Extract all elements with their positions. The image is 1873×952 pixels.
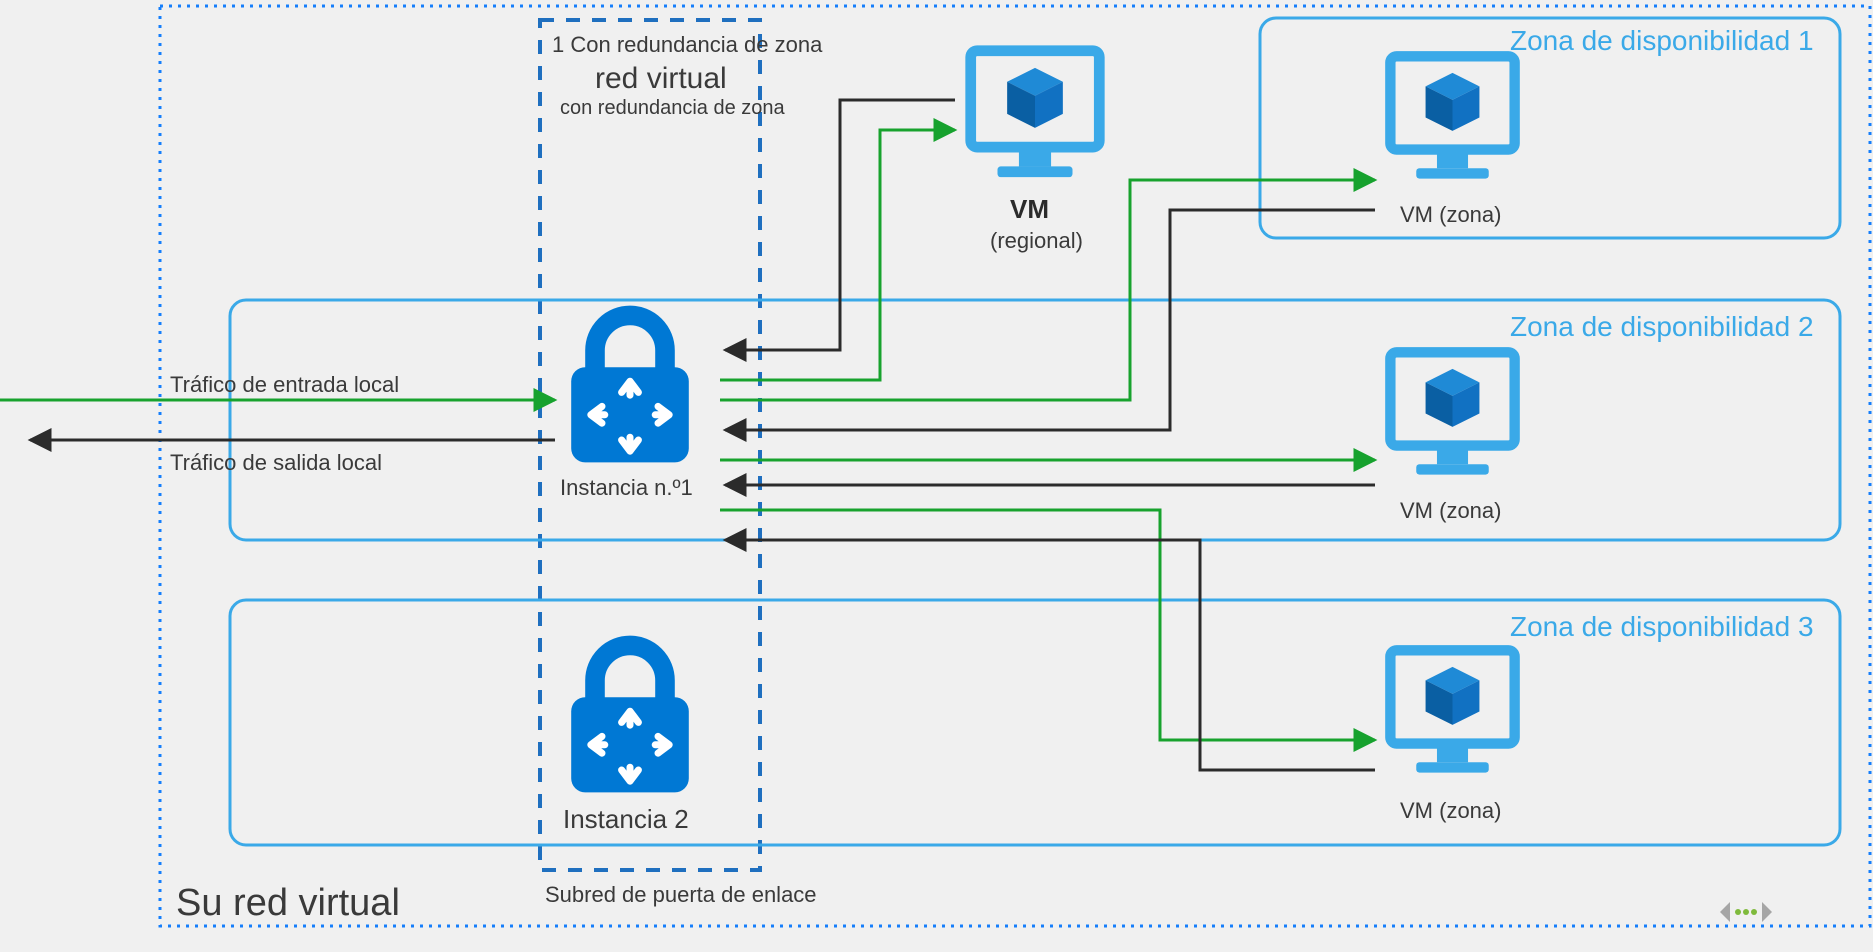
zone-2-label: Zona de disponibilidad 2 (1510, 311, 1814, 342)
label-outbound: Tráfico de salida local (170, 450, 382, 475)
gateway-instance-2-label: Instancia 2 (563, 804, 689, 834)
zone-1-label: Zona de disponibilidad 1 (1510, 25, 1814, 56)
vm-regional-icon (971, 51, 1100, 177)
arrow-inst1-to-z3-green (720, 510, 1375, 740)
vm-regional-title: VM (1010, 194, 1049, 224)
gateway-instance-1-label: Instancia n.º1 (560, 475, 693, 500)
gateway-subnet-title: 1 Con redundancia de zona (552, 32, 823, 57)
vm-zone-1-label: VM (zona) (1400, 202, 1501, 227)
vnet-title: Su red virtual (176, 882, 400, 924)
diagram-canvas: Su red virtual 1 Con redundancia de zona… (0, 0, 1873, 952)
vm-zone-3-label: VM (zona) (1400, 798, 1501, 823)
gateway-subnet-subtitle: red virtual (595, 62, 727, 95)
label-inbound: Tráfico de entrada local (170, 372, 399, 397)
gateway-subnet-note: con redundancia de zona (560, 97, 785, 119)
gateway-instance-2-icon (571, 645, 689, 792)
vm-zone-2-label: VM (zona) (1400, 498, 1501, 523)
zone-3-label: Zona de disponibilidad 3 (1510, 611, 1814, 642)
arrow-z3-to-inst1-dark (725, 540, 1375, 770)
footer-marker-icon (1720, 902, 1772, 922)
vm-zone-2-icon (1390, 352, 1514, 474)
vm-zone-1-icon (1390, 56, 1514, 178)
arrow-inst1-to-vmreg-green (720, 130, 955, 380)
gateway-subnet-caption: Subred de puerta de enlace (545, 882, 817, 907)
vm-regional-sub: (regional) (990, 228, 1083, 253)
vm-zone-3-icon (1390, 650, 1514, 772)
gateway-instance-1-icon (571, 315, 689, 462)
